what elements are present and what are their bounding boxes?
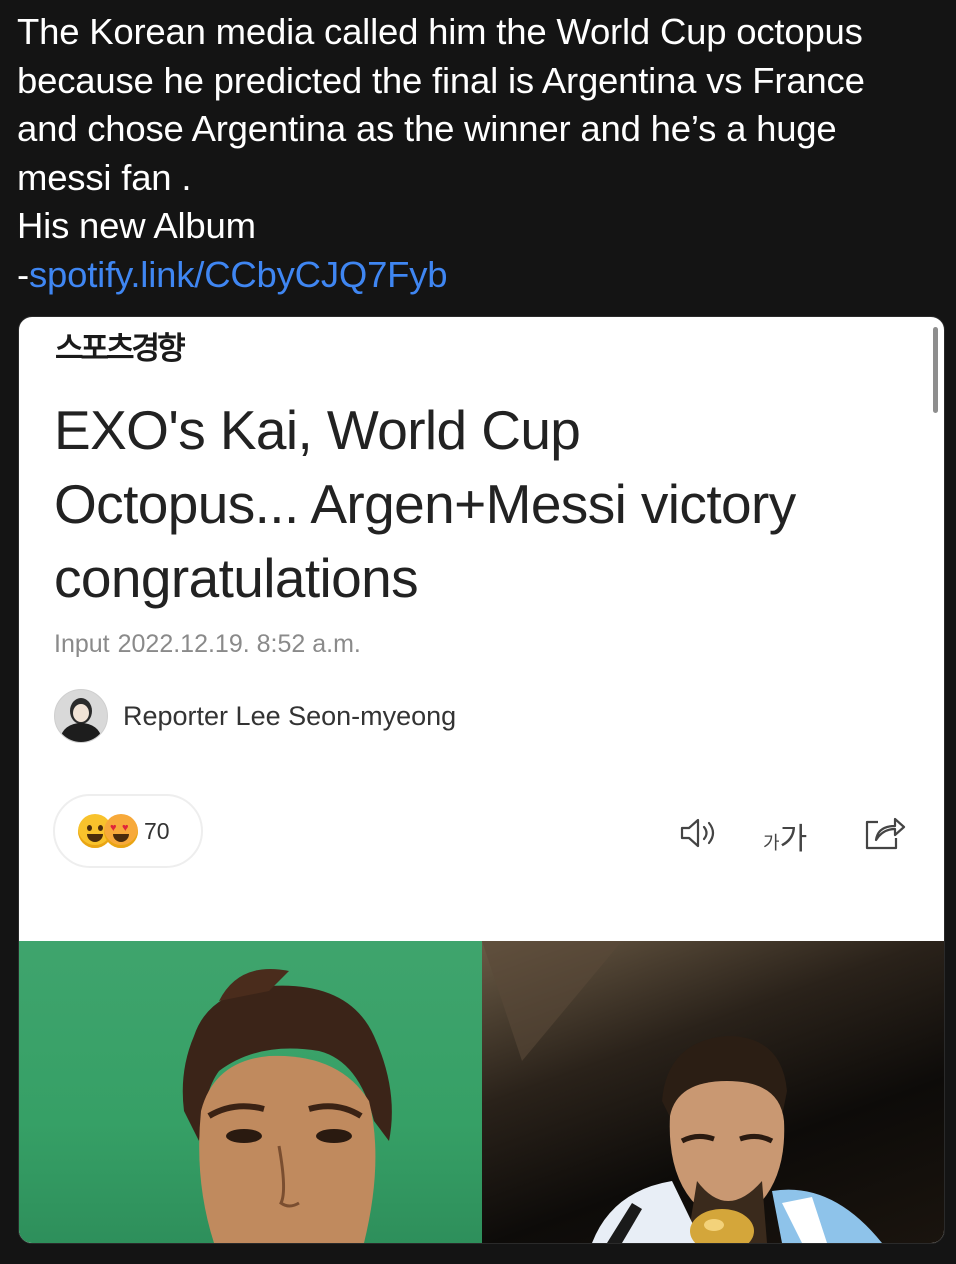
reporter-name[interactable]: Reporter Lee Seon-myeong — [123, 701, 456, 732]
kai-photo — [19, 941, 482, 1243]
input-label: Input — [54, 630, 110, 658]
article-headline: EXO's Kai, World Cup Octopus... Argen+Me… — [54, 393, 914, 615]
tweet-line: messi fan . — [17, 156, 192, 198]
tweet-line: His new Album — [17, 205, 256, 246]
scrollbar[interactable] — [933, 327, 938, 413]
font-size-small-glyph: 가 — [763, 833, 780, 854]
messi-photo — [482, 941, 944, 1243]
reporter-byline[interactable]: Reporter Lee Seon-myeong — [54, 689, 456, 743]
reaction-button[interactable]: ♥ ♥ 70 — [53, 794, 203, 868]
heart-eyes-emoji-icon: ♥ ♥ — [104, 814, 138, 848]
news-brand-logo: 스포츠경향 — [55, 331, 186, 367]
tweet-link-line: -spotify.link/CCbyCJQ7Fyb — [17, 251, 942, 300]
spotify-link[interactable]: spotify.link/CCbyCJQ7Fyb — [29, 254, 448, 295]
avatar — [54, 689, 108, 743]
tweet-line: because he predicted the final is Argent… — [17, 59, 865, 101]
article-timestamp: Input 2022.12.19. 8:52 a.m. — [54, 630, 361, 659]
article-screenshot-card[interactable]: 스포츠경향 EXO's Kai, World Cup Octopus... Ar… — [18, 316, 945, 1244]
headline-line: Octopus... Argen+Messi victory — [54, 473, 796, 535]
reaction-count: 70 — [144, 817, 170, 844]
font-size-big-glyph: 가 — [779, 822, 808, 857]
input-datetime: 2022.12.19. 8:52 a.m. — [117, 630, 361, 658]
article-photos — [19, 941, 944, 1243]
link-prefix: - — [17, 253, 29, 295]
share-icon[interactable] — [862, 814, 906, 857]
speaker-icon[interactable] — [679, 817, 721, 854]
tweet-text: The Korean media called him the World Cu… — [17, 8, 942, 299]
headline-line: congratulations — [54, 547, 419, 609]
font-size-icon[interactable]: 가가 — [763, 814, 807, 858]
tweet-line: and chose Argentina as the winner and he… — [17, 108, 837, 149]
tweet-line: The Korean media called him the World Cu… — [17, 11, 863, 52]
headline-line: EXO's Kai, World Cup — [54, 399, 581, 461]
